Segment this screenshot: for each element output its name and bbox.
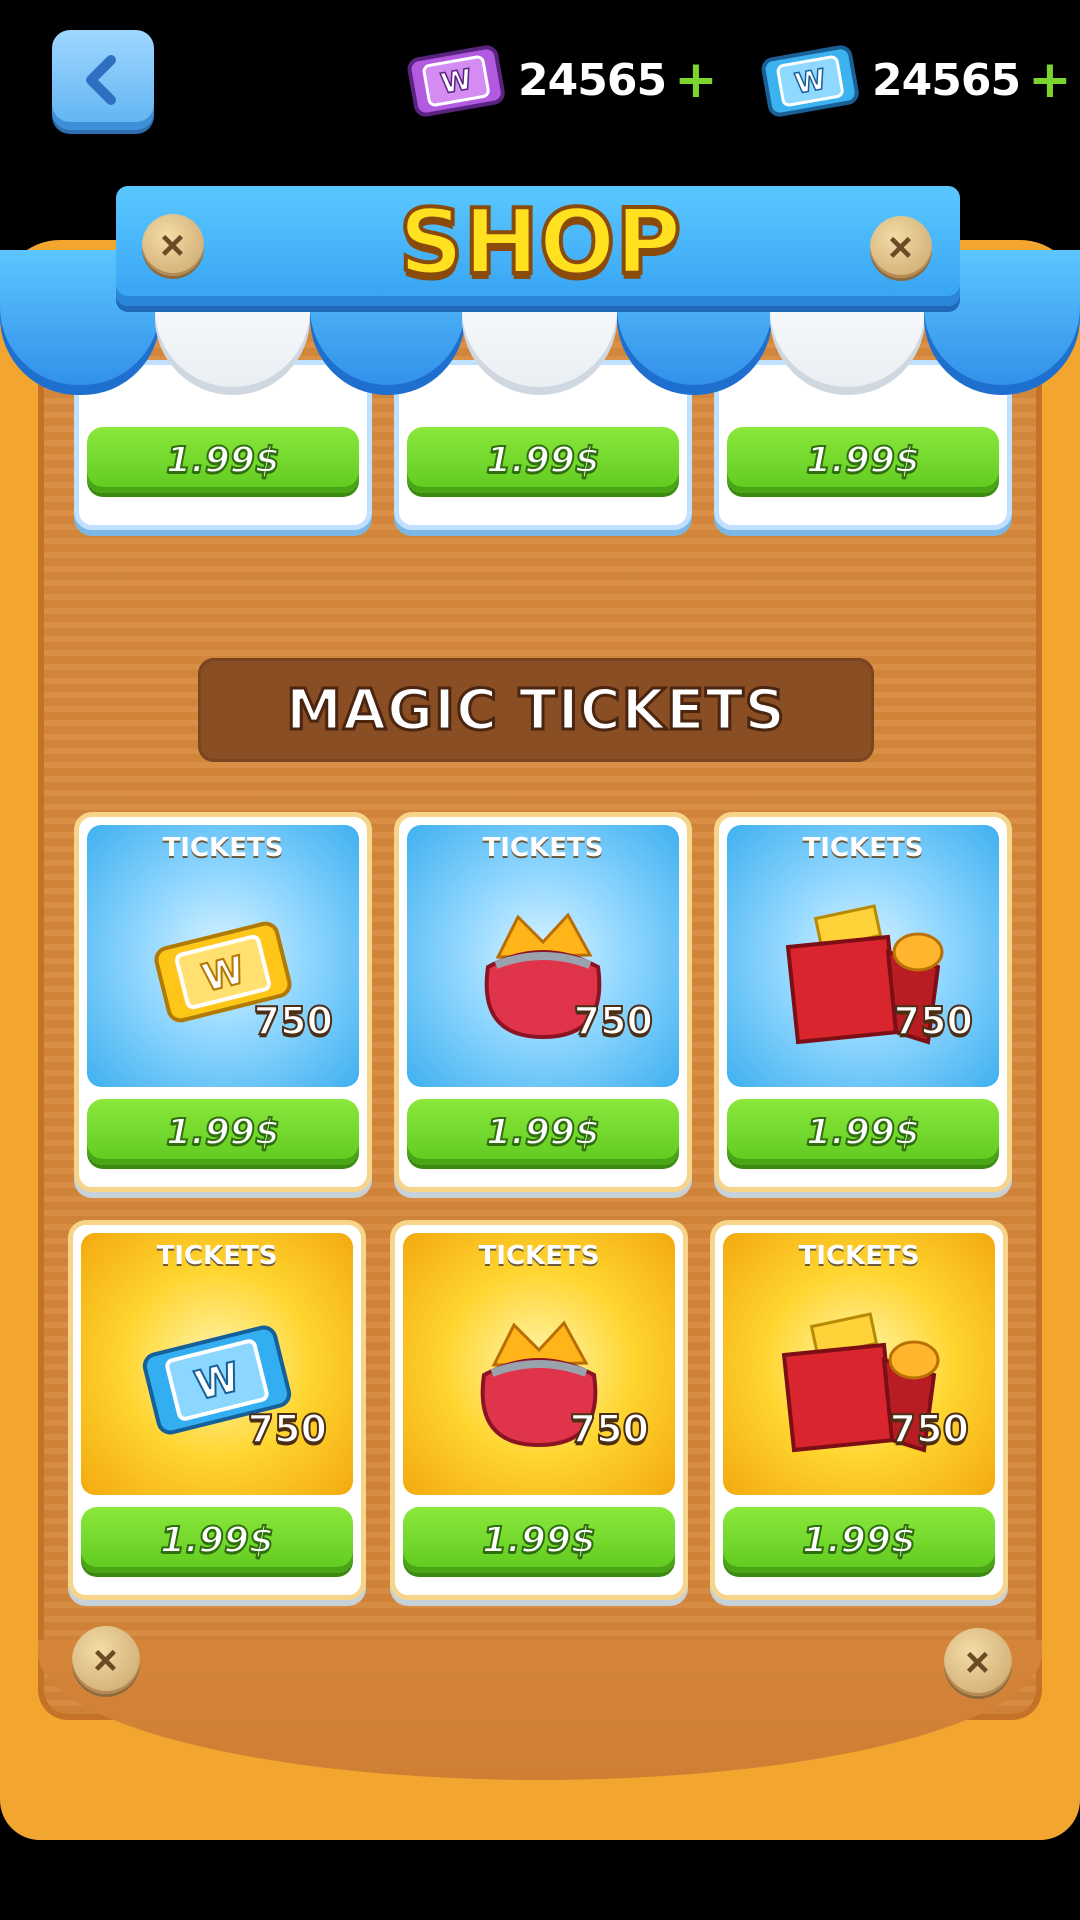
price-button[interactable]: 1.99$ bbox=[81, 1507, 353, 1573]
item-art-bg: TICKETS 750 bbox=[403, 1233, 675, 1495]
item-count: 750 bbox=[569, 1406, 650, 1452]
price-label: 1.99$ bbox=[485, 1111, 601, 1154]
shop-item-card[interactable]: TICKETS 750 1.99$ bbox=[394, 812, 692, 1192]
price-label: 1.99$ bbox=[805, 439, 921, 482]
item-art-bg: TICKETS 750 bbox=[727, 825, 999, 1087]
shop-item-card[interactable]: TICKETS 750 1.99$ bbox=[390, 1220, 688, 1600]
purple-ticket-amount: 24565 bbox=[518, 54, 667, 106]
price-label: 1.99$ bbox=[485, 439, 601, 482]
item-art-bg: TICKETS 750 bbox=[407, 825, 679, 1087]
back-button[interactable] bbox=[52, 30, 154, 130]
section-title: MAGIC TICKETS bbox=[285, 676, 787, 744]
price-label: 1.99$ bbox=[801, 1519, 917, 1562]
price-button[interactable]: 1.99$ bbox=[407, 427, 679, 493]
price-button[interactable]: 1.99$ bbox=[403, 1507, 675, 1573]
screw-icon: + bbox=[142, 214, 204, 276]
add-blue-tickets-button[interactable]: + bbox=[1028, 54, 1072, 106]
price-label: 1.99$ bbox=[165, 1111, 281, 1154]
price-button[interactable]: 1.99$ bbox=[723, 1507, 995, 1573]
item-count: 750 bbox=[253, 998, 334, 1044]
price-label: 1.99$ bbox=[481, 1519, 597, 1562]
item-label: TICKETS bbox=[162, 833, 284, 863]
item-label: TICKETS bbox=[802, 833, 924, 863]
shop-item-card[interactable]: TICKETS W 750 1.99$ bbox=[74, 812, 372, 1192]
price-button[interactable]: 1.99$ bbox=[87, 1099, 359, 1165]
item-label: TICKETS bbox=[798, 1241, 920, 1271]
shop-item-card[interactable]: TICKETS 750 1.99$ bbox=[714, 812, 1012, 1192]
item-art-bg: TICKETS 750 bbox=[723, 1233, 995, 1495]
currency-purple-tickets: W 24565 + bbox=[402, 30, 718, 130]
item-label: TICKETS bbox=[156, 1241, 278, 1271]
item-count: 750 bbox=[573, 998, 654, 1044]
item-art-bg: TICKETS W 750 bbox=[81, 1233, 353, 1495]
chevron-left-icon bbox=[86, 55, 116, 105]
price-button[interactable]: 1.99$ bbox=[727, 427, 999, 493]
price-button[interactable]: 1.99$ bbox=[87, 427, 359, 493]
item-count: 750 bbox=[893, 998, 974, 1044]
item-label: TICKETS bbox=[482, 833, 604, 863]
item-art-bg: TICKETS W 750 bbox=[87, 825, 359, 1087]
purple-ticket-icon: W bbox=[407, 45, 505, 117]
screw-icon: + bbox=[72, 1626, 140, 1694]
price-label: 1.99$ bbox=[159, 1519, 275, 1562]
screw-icon: + bbox=[944, 1628, 1012, 1696]
screw-icon: + bbox=[870, 216, 932, 278]
price-button[interactable]: 1.99$ bbox=[727, 1099, 999, 1165]
add-purple-tickets-button[interactable]: + bbox=[674, 54, 718, 106]
price-button[interactable]: 1.99$ bbox=[407, 1099, 679, 1165]
price-label: 1.99$ bbox=[805, 1111, 921, 1154]
blue-ticket-amount: 24565 bbox=[872, 54, 1021, 106]
item-count: 750 bbox=[889, 1406, 970, 1452]
item-label: TICKETS bbox=[478, 1241, 600, 1271]
item-count: 750 bbox=[247, 1406, 328, 1452]
shop-item-card[interactable]: TICKETS 750 1.99$ bbox=[710, 1220, 1008, 1600]
svg-text:W: W bbox=[792, 63, 828, 101]
section-title-banner: MAGIC TICKETS bbox=[198, 658, 874, 762]
currency-blue-tickets: W 24565 + bbox=[756, 30, 1072, 130]
price-label: 1.99$ bbox=[165, 439, 281, 482]
blue-ticket-icon: W bbox=[761, 45, 859, 117]
shop-item-card[interactable]: TICKETS W 750 1.99$ bbox=[68, 1220, 366, 1600]
svg-text:W: W bbox=[438, 63, 474, 101]
